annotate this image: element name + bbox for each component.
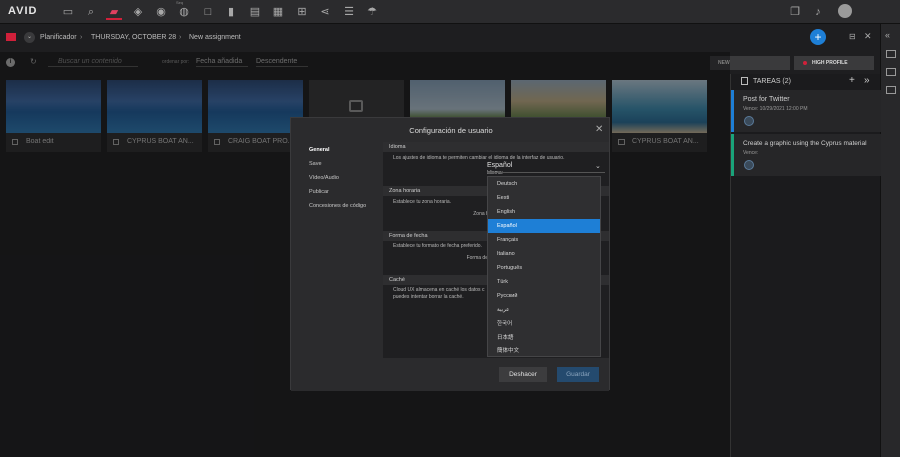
section-idioma: Idioma — [383, 142, 609, 152]
nav-general[interactable]: General — [309, 147, 329, 153]
nav-save[interactable]: Save — [309, 161, 322, 167]
task-due: Vence: — [743, 150, 759, 156]
task-due: Vence: 10/29/2021 12:00 PM — [743, 106, 808, 112]
task-title: Post for Twitter — [743, 96, 790, 103]
language-dropdown: Deutsch Eesti English Español Français I… — [487, 176, 601, 357]
app-logo: AVID — [8, 5, 38, 17]
assignment-bar: ⌄ Planificador › THURSDAY, OCTOBER 28 › … — [0, 24, 880, 52]
nav-code-grants[interactable]: Concesiones de código — [309, 203, 366, 209]
copy-icon[interactable]: ❐ — [787, 4, 803, 20]
task-item[interactable]: Create a graphic using the Cyprus materi… — [731, 134, 881, 176]
save-button[interactable]: Guardar — [557, 367, 599, 382]
right-side-strip: « — [880, 24, 900, 457]
language-option[interactable]: Русский — [488, 289, 600, 303]
dialog-title: Configuración de usuario — [409, 126, 493, 135]
language-option[interactable]: Français — [488, 233, 600, 247]
language-option[interactable]: Deutsch — [488, 177, 600, 191]
language-option[interactable]: 簡体中文 — [488, 345, 600, 357]
chevron-down-icon[interactable]: ⌄ — [24, 32, 35, 43]
frame-icon[interactable]: □ — [200, 4, 216, 20]
breadcrumb-item[interactable]: New assignment — [189, 34, 241, 41]
close-icon[interactable]: ✕ — [595, 124, 603, 135]
clipboard-icon — [741, 77, 748, 85]
language-option-selected[interactable]: Español — [488, 219, 600, 233]
panel-icon[interactable] — [886, 50, 896, 58]
task-color-bar — [731, 134, 734, 176]
language-option[interactable]: Türk — [488, 275, 600, 289]
folder-icon[interactable]: ▭ — [60, 4, 76, 20]
share-icon[interactable]: ⋖ — [317, 4, 333, 20]
grid-icon[interactable]: ⊞ — [294, 4, 310, 20]
priority-select-label: HIGH PROFILE — [812, 60, 848, 66]
upload-icon[interactable]: ◉ — [153, 4, 169, 20]
language-select-value: Español — [487, 162, 513, 169]
language-option[interactable]: 한국어 — [488, 317, 600, 331]
task-item[interactable]: Post for Twitter Vence: 10/29/2021 12:00… — [731, 90, 881, 132]
language-option[interactable]: Italiano — [488, 247, 600, 261]
collapse-panel-icon[interactable]: » — [864, 75, 870, 86]
breadcrumb-date[interactable]: THURSDAY, OCTOBER 28 — [91, 34, 176, 41]
add-button[interactable]: + — [810, 29, 826, 45]
language-option[interactable]: English — [488, 205, 600, 219]
settings-nav: General Save Vídeo/Audio Publicar Conces… — [291, 142, 383, 391]
idioma-description: Los ajustes de idioma te permiten cambia… — [393, 155, 565, 161]
planner-icon[interactable]: ▰ — [106, 4, 122, 20]
language-option[interactable]: عربية — [488, 303, 600, 317]
search-icon[interactable]: ⌕ — [83, 4, 99, 20]
nav-video-audio[interactable]: Vídeo/Audio — [309, 175, 339, 181]
close-icon[interactable]: ✕ — [864, 31, 872, 42]
assignee-avatar-icon[interactable] — [744, 160, 754, 170]
chevron-down-icon: ⌄ — [595, 163, 601, 170]
priority-dot-icon — [803, 61, 807, 65]
bookmark-icon[interactable]: ▮ — [223, 4, 239, 20]
task-color-bar — [731, 90, 734, 132]
breadcrumb-app[interactable]: Planificador — [40, 34, 77, 41]
media-icon[interactable] — [886, 68, 896, 76]
tasks-title: TAREAS (2) — [753, 78, 791, 85]
cache-description: Cloud UX almacena en caché los datos c — [393, 287, 485, 293]
link-icon[interactable]: ◈ — [130, 4, 146, 20]
add-task-icon[interactable]: + — [849, 75, 855, 86]
undo-button[interactable]: Deshacer — [499, 367, 547, 382]
language-select[interactable]: Español ⌄ — [487, 162, 605, 173]
dialog-footer: Deshacer Guardar — [383, 358, 609, 391]
list-icon[interactable]: ▤ — [247, 4, 263, 20]
language-option[interactable]: Eesti — [488, 191, 600, 205]
assignee-avatar-icon[interactable] — [744, 116, 754, 126]
sequence-icon[interactable]: ◍ — [176, 4, 192, 20]
breadcrumb-sep-icon: › — [80, 34, 83, 41]
collapse-icon[interactable]: « — [885, 30, 890, 40]
cloud-icon[interactable]: ☂ — [364, 4, 380, 20]
fecha-description: Establece tu formato de fecha preferido. — [393, 243, 482, 249]
breadcrumb-sep2-icon: › — [179, 34, 182, 41]
user-avatar[interactable] — [838, 4, 852, 18]
task-title: Create a graphic using the Cyprus materi… — [743, 140, 867, 147]
zona-description: Establece tu zona horaria. — [393, 199, 452, 205]
layout-icon[interactable]: ▦ — [270, 4, 286, 20]
checklist-icon[interactable]: ☰ — [341, 4, 357, 20]
cache-description-2: puedes intentar borrar la caché. — [393, 294, 464, 300]
planner-badge-icon — [6, 33, 16, 41]
tasks-panel: TAREAS (2) + » Post for Twitter Vence: 1… — [730, 74, 881, 457]
pin-icon[interactable]: ⊟ — [849, 32, 856, 41]
bell-icon[interactable]: ♪ — [810, 4, 826, 20]
language-option[interactable]: Português — [488, 261, 600, 275]
settings-panel-icon[interactable] — [886, 86, 896, 94]
right-panel-header: NEW HIGH PROFILE — [710, 52, 880, 72]
top-toolbar: AVID ▭ ⌕ ▰ ◈ ◉ ◍ Seq □ ▮ ▤ ▦ ⊞ ⋖ ☰ ☂ ❐ ♪ — [0, 0, 900, 24]
sequence-tiny-label: Seq — [176, 0, 184, 5]
language-option[interactable]: 日本語 — [488, 331, 600, 345]
nav-publicar[interactable]: Publicar — [309, 189, 329, 195]
